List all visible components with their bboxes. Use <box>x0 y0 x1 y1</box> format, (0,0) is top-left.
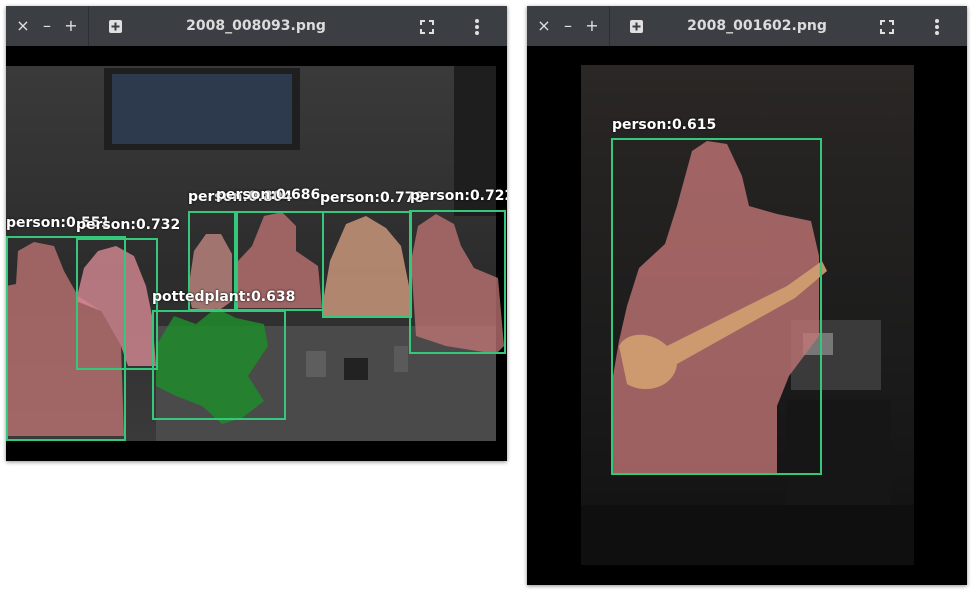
detection-box <box>611 138 822 475</box>
detection-box <box>152 310 286 420</box>
maximize-icon[interactable]: + <box>583 6 601 46</box>
image-canvas: person:0.551 person:0.732 person:0.804 p… <box>6 46 507 461</box>
menu-icon[interactable] <box>925 6 949 46</box>
add-icon[interactable] <box>625 6 647 46</box>
fullscreen-icon[interactable] <box>875 6 899 46</box>
detection-box <box>322 211 412 318</box>
detection-label: person:0.732 <box>76 217 181 233</box>
window-title: 2008_008093.png <box>186 18 326 34</box>
titlebar: × – + 2008_001602.png <box>527 6 967 46</box>
close-icon[interactable]: × <box>14 6 32 46</box>
detection-label: pottedplant:0.638 <box>152 289 296 305</box>
minimize-icon[interactable]: – <box>38 6 56 46</box>
add-icon[interactable] <box>104 6 126 46</box>
menu-icon[interactable] <box>465 6 489 46</box>
separator <box>88 6 89 46</box>
image-viewer-window-2: × – + 2008_001602.png person:0.615 <box>527 6 967 585</box>
image-canvas: person:0.615 <box>527 46 967 585</box>
window-title: 2008_001602.png <box>687 18 827 34</box>
detection-label: person:0.615 <box>612 117 717 133</box>
detection-box <box>409 210 506 354</box>
detection-box <box>76 238 158 370</box>
fullscreen-icon[interactable] <box>415 6 439 46</box>
detection-label: person:0.686 <box>216 187 321 203</box>
maximize-icon[interactable]: + <box>62 6 80 46</box>
separator <box>609 6 610 46</box>
detection-label: person:0.778 <box>320 190 425 206</box>
close-icon[interactable]: × <box>535 6 553 46</box>
minimize-icon[interactable]: – <box>559 6 577 46</box>
titlebar: × – + 2008_008093.png <box>6 6 507 46</box>
detection-label: person:0.722 <box>410 188 507 204</box>
image-viewer-window-1: × – + 2008_008093.png person:0.551 perso… <box>6 6 507 461</box>
